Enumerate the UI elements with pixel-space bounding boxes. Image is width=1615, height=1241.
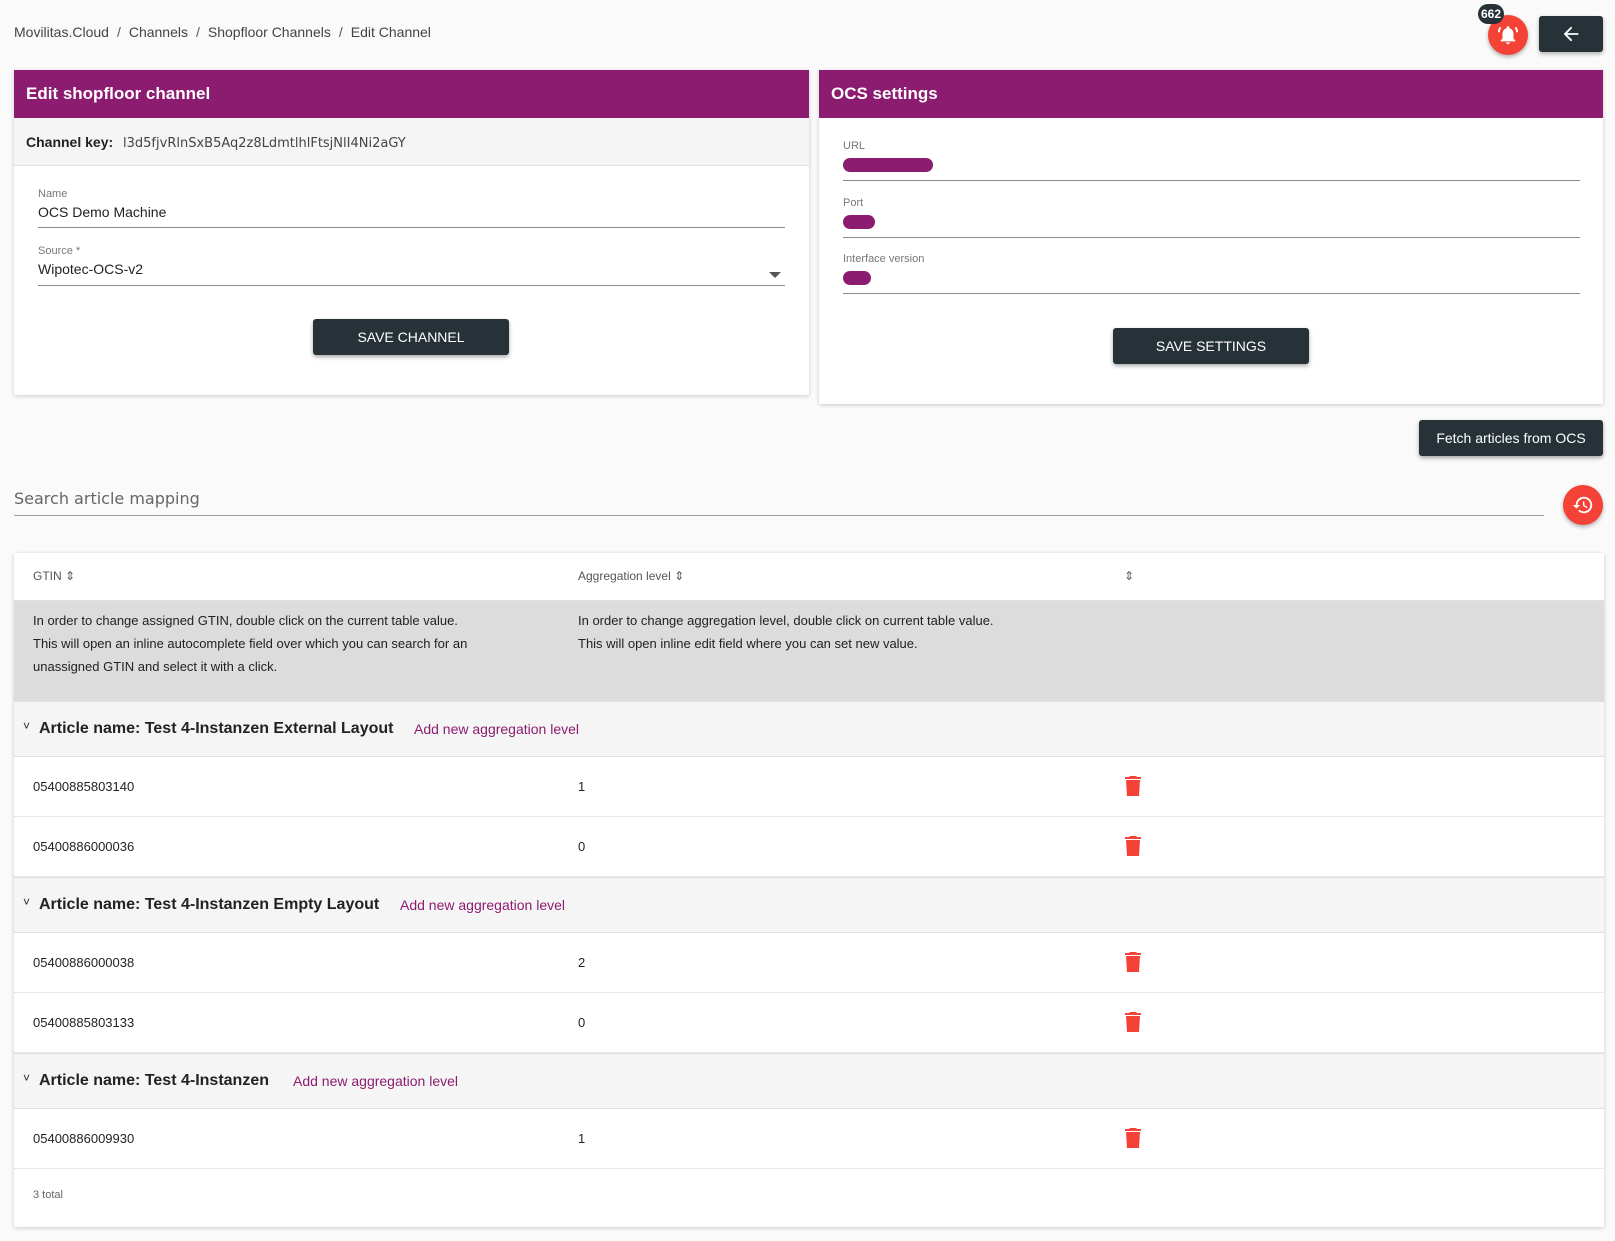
ocs-settings-card-title: OCS settings: [819, 70, 1603, 118]
aggregation-help-text: In order to change aggregation level, do…: [578, 613, 994, 651]
table-row: 05400886000038 2: [14, 933, 1604, 993]
url-field-label: URL: [843, 140, 866, 152]
search-input[interactable]: [14, 476, 1544, 508]
source-select-value: Wipotec-OCS-v2: [38, 261, 144, 277]
breadcrumb-item-edit-channel: Edit Channel: [350, 24, 431, 40]
bell-icon: [1497, 26, 1519, 45]
add-aggregation-level-link[interactable]: Add new aggregation level: [414, 721, 579, 737]
save-settings-button[interactable]: SAVE SETTINGS: [1113, 328, 1309, 364]
fetch-articles-button[interactable]: Fetch articles from OCS: [1419, 420, 1603, 456]
table-footer: 3 total: [14, 1169, 1604, 1219]
trash-icon: [1125, 776, 1141, 796]
total-count: 3 total: [33, 1189, 63, 1201]
gtin-cell[interactable]: 05400886000036: [33, 839, 134, 854]
trash-icon: [1125, 952, 1141, 972]
delete-row-button[interactable]: [1124, 1012, 1142, 1035]
delete-row-button[interactable]: [1124, 836, 1142, 859]
article-group-header[interactable]: ˅ Article name: Test 4-Instanzen Empty L…: [14, 877, 1604, 933]
column-header-aggregation-level[interactable]: Aggregation level ⇕: [578, 569, 684, 583]
article-mapping-table: GTIN ⇕ Aggregation level ⇕ ⇕ In order to…: [14, 553, 1604, 1227]
table-row: 05400886009930 1: [14, 1109, 1604, 1169]
article-group-header[interactable]: ˅ Article name: Test 4-Instanzen Externa…: [14, 701, 1604, 757]
sort-icon: ⇕: [65, 569, 76, 583]
ocs-settings-card: OCS settings URL Port Interface version …: [819, 70, 1603, 404]
article-group-name: Article name: Test 4-Instanzen Empty Lay…: [39, 896, 380, 913]
port-field-label: Port: [843, 197, 864, 209]
gtin-help-text: In order to change assigned GTIN, double…: [33, 613, 468, 674]
dropdown-arrow-icon: [769, 272, 781, 278]
breadcrumb-separator: /: [195, 24, 200, 40]
channel-key-label: Channel key:: [26, 134, 114, 150]
aggregation-level-cell[interactable]: 0: [578, 839, 585, 854]
column-header-actions[interactable]: ⇕: [1124, 569, 1134, 583]
port-field-redacted-value: [843, 215, 875, 229]
back-button[interactable]: [1539, 16, 1603, 52]
sort-icon: ⇕: [674, 569, 685, 583]
arrow-left-icon: [1563, 26, 1579, 42]
column-header-gtin[interactable]: GTIN ⇕: [33, 569, 75, 583]
chevron-down-icon[interactable]: ˅: [23, 1071, 30, 1085]
chevron-down-icon[interactable]: ˅: [23, 895, 30, 909]
source-select-label: Source *: [38, 245, 81, 257]
delete-row-button[interactable]: [1124, 952, 1142, 975]
name-field-value: OCS Demo Machine: [38, 204, 167, 220]
history-icon: [1572, 496, 1593, 514]
delete-row-button[interactable]: [1124, 1128, 1142, 1151]
aggregation-level-cell[interactable]: 1: [578, 779, 585, 794]
gtin-cell[interactable]: 05400886000038: [33, 955, 134, 970]
source-select[interactable]: Source * Wipotec-OCS-v2: [38, 245, 785, 286]
aggregation-level-cell[interactable]: 1: [578, 1131, 585, 1146]
article-group-name: Article name: Test 4-Instanzen External …: [39, 720, 394, 737]
save-channel-button[interactable]: SAVE CHANNEL: [313, 319, 509, 355]
notification-count-badge: 662: [1478, 4, 1505, 24]
name-field-label: Name: [38, 188, 68, 200]
trash-icon: [1125, 1012, 1141, 1032]
url-field[interactable]: URL: [843, 140, 1580, 181]
channel-key-value: l3d5fjvRlnSxB5Aq2z8LdmtlhlFtsjNlI4Ni2aGY: [123, 136, 406, 151]
gtin-cell[interactable]: 05400886009930: [33, 1131, 134, 1146]
add-aggregation-level-link[interactable]: Add new aggregation level: [293, 1073, 458, 1089]
breadcrumb-item-shopfloor-channels[interactable]: Shopfloor Channels: [208, 24, 331, 40]
interface-version-field[interactable]: Interface version: [843, 253, 1580, 294]
breadcrumb-separator: /: [338, 24, 343, 40]
delete-row-button[interactable]: [1124, 776, 1142, 799]
article-group-name: Article name: Test 4-Instanzen: [39, 1072, 269, 1089]
interface-version-field-redacted-value: [843, 271, 871, 285]
aggregation-level-cell[interactable]: 0: [578, 1015, 585, 1030]
port-field[interactable]: Port: [843, 197, 1580, 238]
table-help-row: In order to change assigned GTIN, double…: [14, 601, 1604, 701]
article-group-header[interactable]: ˅ Article name: Test 4-Instanzen Add new…: [14, 1053, 1604, 1109]
table-header-row: GTIN ⇕ Aggregation level ⇕ ⇕: [14, 553, 1604, 601]
trash-icon: [1125, 836, 1141, 856]
search-article-mapping: [14, 476, 1544, 516]
url-field-redacted-value: [843, 158, 933, 172]
breadcrumb-separator: /: [116, 24, 121, 40]
breadcrumb-item-home[interactable]: Movilitas.Cloud: [14, 24, 109, 40]
table-row: 05400885803140 1: [14, 757, 1604, 817]
breadcrumb: Movilitas.Cloud / Channels / Shopfloor C…: [14, 24, 431, 40]
gtin-cell[interactable]: 05400885803140: [33, 779, 134, 794]
aggregation-level-cell[interactable]: 2: [578, 955, 585, 970]
name-field[interactable]: Name OCS Demo Machine: [38, 188, 785, 228]
channel-key-row: Channel key: l3d5fjvRlnSxB5Aq2z8LdmtlhlF…: [14, 118, 809, 166]
table-row: 05400885803133 0: [14, 993, 1604, 1053]
gtin-cell[interactable]: 05400885803133: [33, 1015, 134, 1030]
interface-version-field-label: Interface version: [843, 253, 925, 265]
edit-channel-card-title: Edit shopfloor channel: [14, 70, 809, 118]
edit-channel-card: Edit shopfloor channel Channel key: l3d5…: [14, 70, 809, 395]
chevron-down-icon[interactable]: ˅: [23, 719, 30, 733]
table-row: 05400886000036 0: [14, 817, 1604, 877]
add-aggregation-level-link[interactable]: Add new aggregation level: [400, 897, 565, 913]
trash-icon: [1125, 1128, 1141, 1148]
breadcrumb-item-channels[interactable]: Channels: [129, 24, 188, 40]
history-button[interactable]: [1563, 485, 1603, 525]
sort-icon: ⇕: [1124, 569, 1135, 583]
